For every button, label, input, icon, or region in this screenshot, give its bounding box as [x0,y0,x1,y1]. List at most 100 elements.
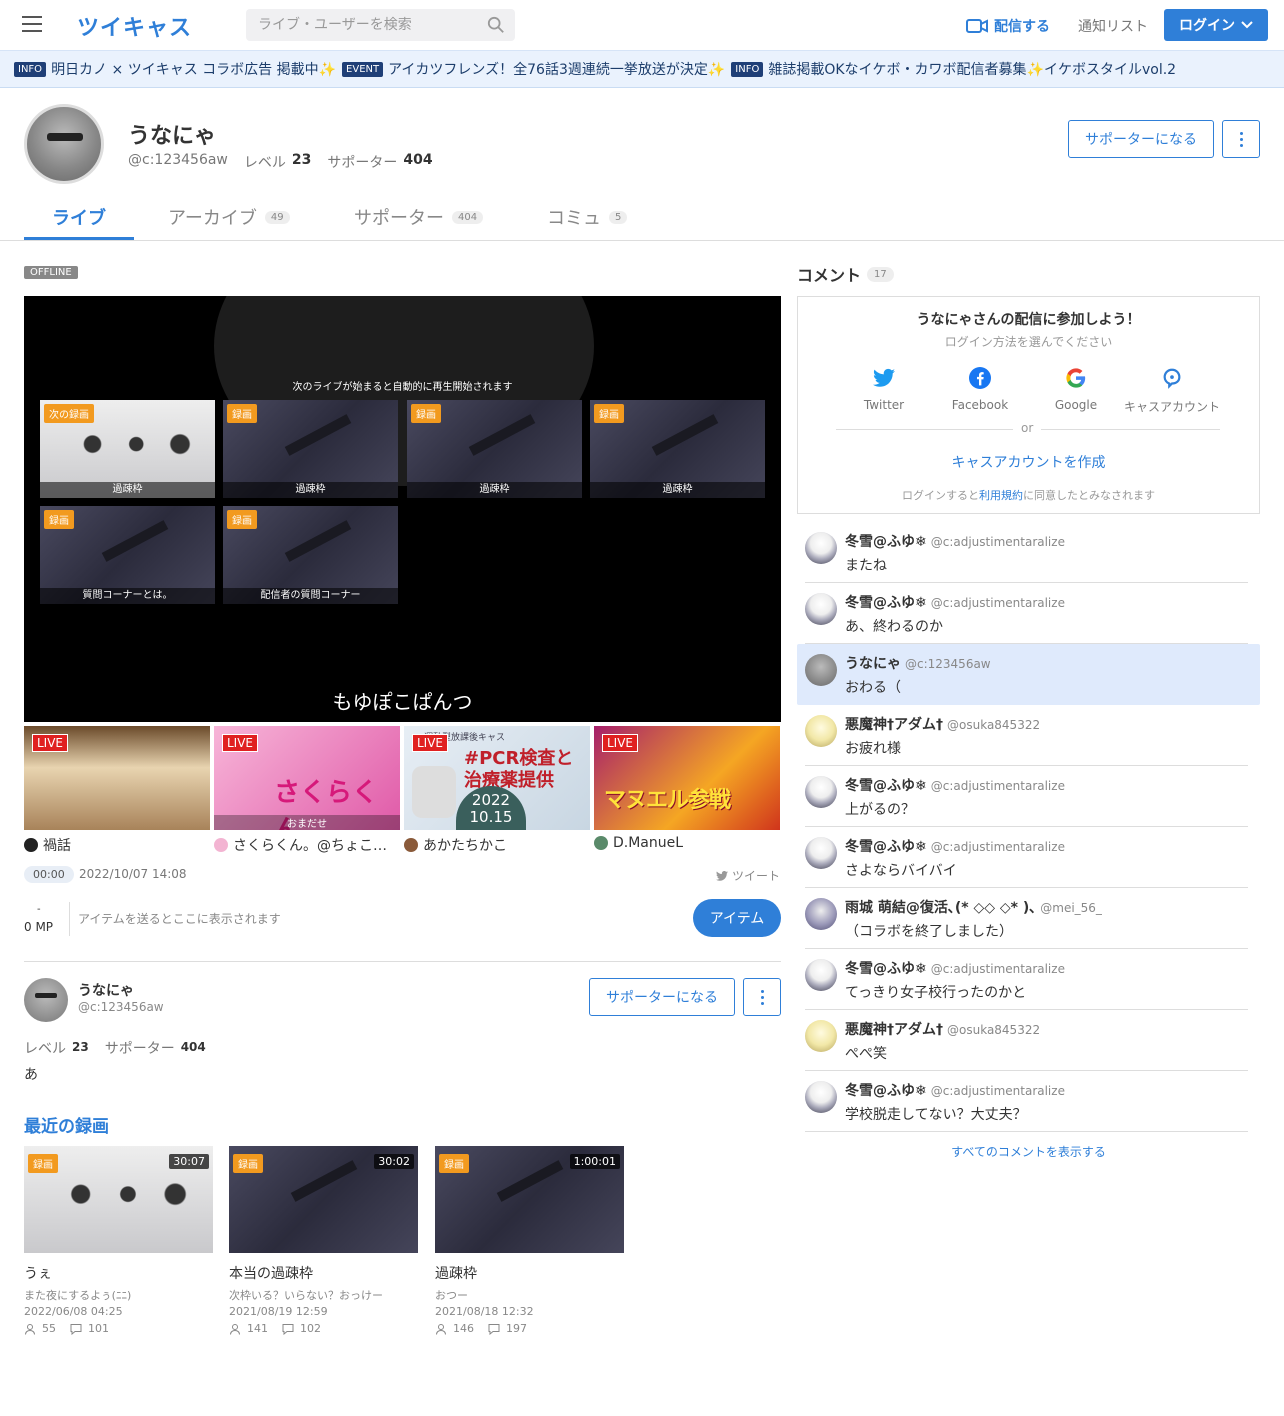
live-thumbnail[interactable]: LIVE マヌエル参戦 [594,726,780,830]
live-card[interactable]: LIVE 禍話 [24,726,210,855]
info-item[interactable]: INFO 明日カノ × ツイキャス コラボ広告 掲載中✨ [14,59,336,79]
tweet-link[interactable]: ツイート [716,867,780,884]
show-all-comments-link[interactable]: すべてのコメントを表示する [797,1143,1260,1160]
streamer-avatar[interactable] [24,978,68,1022]
commenter-name[interactable]: 冬雪@ふゆ❄ [845,961,927,977]
create-cas-account-link[interactable]: キャスアカウントを作成 [798,452,1259,472]
recorded-video-thumb[interactable]: 録画 過疎枠 [590,400,765,498]
live-badge: LIVE [32,734,69,752]
profile-avatar[interactable] [24,104,104,184]
item-message: アイテムを送るとここに表示されます [78,912,281,926]
streamer-bio: あ [24,1067,38,1083]
tab-supporters[interactable]: サポーター 404 [354,204,484,230]
video-player[interactable]: 次のライブが始まると自動的に再生開始されます 次の録画 過疎枠 録画 過疎枠 録画過… [24,296,781,722]
comment-item: 冬雪@ふゆ❄ @c:adjustimentaralize てっきり女子校行ったのかと [797,949,1260,1010]
info-item[interactable]: INFO 雑誌掲載OKなイケボ・カワボ配信者募集✨イケボスタイルvol.2 [731,59,1176,79]
commenter-avatar[interactable] [805,532,837,564]
broadcast-link[interactable]: 配信する [966,16,1050,36]
commenter-avatar[interactable] [805,959,837,991]
tab-count: 404 [452,210,484,224]
search-input[interactable] [246,9,476,41]
live-card[interactable]: 運動型放課後キャス #PCR検査と治療薬提供 2022 10.15 LIVE あかたち… [404,726,590,855]
mp-dash: - [37,904,41,915]
live-thumbnail[interactable]: LIVE [24,726,210,830]
commenter-avatar[interactable] [805,715,837,747]
duration: 1:00:01 [569,1154,620,1169]
facebook-login-button[interactable]: Facebook [932,367,1028,412]
commenter-avatar[interactable] [805,837,837,869]
recorded-video-thumb[interactable]: 録画 過疎枠 [407,400,582,498]
comment-icon [488,1323,500,1335]
login-button[interactable]: ログイン [1164,9,1268,41]
more-options-button[interactable] [743,978,781,1016]
commenter-name[interactable]: 冬雪@ふゆ❄ [845,839,927,855]
terms-prefix: ログインすると [902,489,979,502]
recording-card[interactable]: 録画 1:00:01 過疎枠 おつー 2021/08/18 12:32 146 1… [435,1146,624,1335]
recording-title[interactable]: 本当の過疎枠 [229,1263,418,1283]
comment-item: 冬雪@ふゆ❄ @c:adjustimentaralize あ、終わるのか [797,583,1260,644]
hamburger-menu-icon[interactable] [22,16,42,34]
commenter-avatar[interactable] [805,776,837,808]
recorded-video-thumb[interactable]: 録画 質問コーナーとは。 [40,506,215,604]
tab-count: 49 [264,210,290,224]
comment-text: さよならバイバイ [845,863,957,879]
commenter-avatar[interactable] [805,593,837,625]
commenter-avatar[interactable] [805,1020,837,1052]
cas-account-login-button[interactable]: キャスアカウント [1124,367,1220,415]
become-supporter-button[interactable]: サポーターになる [589,978,735,1016]
recorded-video-thumb[interactable]: 録画 配信者の質問コーナー [223,506,398,604]
record-badge: 録画 [594,404,624,423]
live-card[interactable]: LIVE マヌエル参戦 D.ManueL [594,726,780,851]
live-thumbnail[interactable]: LIVE さくらくん。 おまだせ [214,726,400,830]
commenter-name[interactable]: 冬雪@ふゆ❄ [845,778,927,794]
terms-suffix: に同意したとみなされます [1023,489,1155,502]
search-icon[interactable] [487,16,505,34]
commenter-name[interactable]: 雨城 萌結@復活､(* ◇◇ ◇* )､ [845,900,1036,916]
comment-count: 102 [300,1322,321,1335]
recording-title[interactable]: 過疎枠 [435,1263,624,1283]
site-logo[interactable]: ツイキャス [77,10,192,42]
tab-live[interactable]: ライブ [52,204,106,230]
viewer-icon [25,1323,35,1335]
twitter-login-button[interactable]: Twitter [836,367,932,412]
google-login-button[interactable]: Google [1028,367,1124,412]
tab-community[interactable]: コミュ 5 [547,204,628,230]
video-caption: 過疎枠 [407,482,582,498]
commenter-name[interactable]: 悪魔神†アダム† [845,1022,943,1038]
commenter-name[interactable]: 冬雪@ふゆ❄ [845,534,927,550]
commenter-id: @c:adjustimentaralize [930,840,1065,854]
commenter-name[interactable]: 冬雪@ふゆ❄ [845,1083,927,1099]
notification-list-link[interactable]: 通知リスト [1078,16,1148,36]
more-options-button[interactable] [1222,120,1260,158]
live-channel-name: さくらくん。@ちょこ… [233,838,387,854]
player-title: もゆぽこぱんつ [332,690,473,714]
info-item[interactable]: EVENT アイカツフレンズ！全76話3週連続一挙放送が決定✨ [342,59,725,79]
commenter-name[interactable]: 冬雪@ふゆ❄ [845,595,927,611]
info-tag: INFO [731,61,764,77]
tab-archive[interactable]: アーカイブ 49 [168,204,290,230]
recorded-video-thumb[interactable]: 録画 過疎枠 [223,400,398,498]
commenter-avatar[interactable] [805,898,837,930]
live-thumbnail[interactable]: 運動型放課後キャス #PCR検査と治療薬提供 2022 10.15 LIVE [404,726,590,830]
become-supporter-button[interactable]: サポーターになる [1068,120,1214,158]
streamer-name[interactable]: うなにゃ [78,980,134,1000]
terms-link[interactable]: 利用規約 [979,489,1023,502]
recorded-video-thumb[interactable]: 次の録画 過疎枠 [40,400,215,498]
commenter-name[interactable]: 悪魔神†アダム† [845,717,943,733]
recent-recordings-heading[interactable]: 最近の録画 [24,1112,109,1137]
commenter-avatar[interactable] [805,1081,837,1113]
next-live-message: 次のライブが始まると自動的に再生開始されます [292,382,513,393]
recording-thumbnail[interactable]: 録画 30:02 [229,1146,418,1253]
info-text: 雑誌掲載OKなイケボ・カワボ配信者募集✨イケボスタイルvol.2 [768,62,1177,78]
commenter-name[interactable]: うなにゃ [845,656,901,672]
recording-thumbnail[interactable]: 録画 30:07 [24,1146,213,1253]
record-badge: 録画 [233,1154,263,1173]
commenter-id: @c:adjustimentaralize [930,1084,1065,1098]
item-button[interactable]: アイテム [693,899,781,937]
commenter-avatar[interactable] [805,654,837,686]
recording-thumbnail[interactable]: 録画 1:00:01 [435,1146,624,1253]
recording-title[interactable]: うぇ [24,1263,213,1283]
recording-card[interactable]: 録画 30:02 本当の過疎枠 次枠いる？いらない？おっけー 2021/08/19… [229,1146,418,1335]
live-card[interactable]: LIVE さくらくん。 おまだせ さくらくん。@ちょこ… [214,726,400,855]
recording-card[interactable]: 録画 30:07 うぇ また夜にするよぅ(ﾆﾆ) 2022/06/08 04:25… [24,1146,213,1335]
